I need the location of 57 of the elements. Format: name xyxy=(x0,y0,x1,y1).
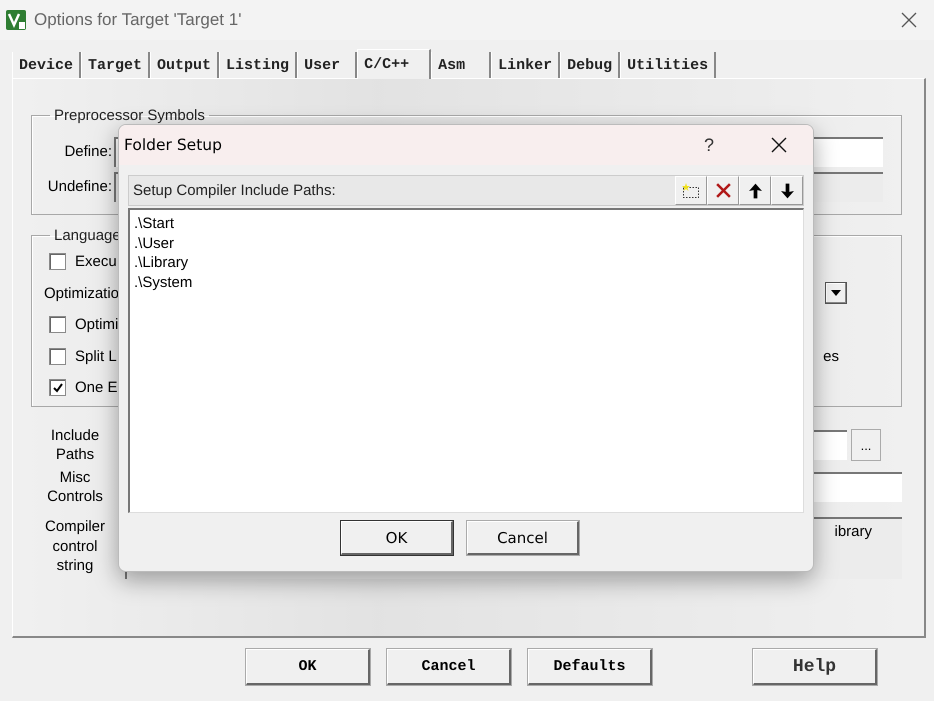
tab[interactable]: Listing xyxy=(219,52,298,78)
dropdown-button[interactable] xyxy=(825,282,847,304)
dialog-title: Folder Setup xyxy=(124,136,222,154)
group-title: Language xyxy=(53,227,122,244)
tab[interactable]: Asm xyxy=(431,52,492,78)
browse-button[interactable]: ... xyxy=(851,429,881,461)
field-value: ibrary xyxy=(834,523,872,542)
field-label: Include Paths xyxy=(50,426,100,464)
down-arrow-icon xyxy=(780,182,794,198)
checkbox[interactable] xyxy=(49,253,66,270)
window-title: Options for Target 'Target 1' xyxy=(34,10,242,30)
dropdown-arrow-icon xyxy=(831,290,841,296)
new-item-icon xyxy=(681,182,701,200)
field-label: Undefine: xyxy=(46,178,113,195)
group-title: Preprocessor Symbols xyxy=(53,107,206,124)
path-item[interactable]: .\User xyxy=(134,234,174,253)
checkbox-label: Split L xyxy=(75,348,117,365)
dialog-button[interactable]: Help xyxy=(753,649,877,685)
path-item[interactable]: .\System xyxy=(134,272,192,292)
path-item[interactable]: .\Library xyxy=(134,253,188,272)
help-button[interactable]: ? xyxy=(704,134,714,156)
list-header-label: Setup Compiler Include Paths: xyxy=(133,182,336,199)
option-label: es xyxy=(823,348,839,365)
tab[interactable]: Device xyxy=(12,52,82,78)
field-label: Compiler control string xyxy=(44,517,106,576)
checkbox[interactable] xyxy=(49,348,66,365)
tab[interactable]: Linker xyxy=(491,52,560,78)
tab[interactable]: Output xyxy=(150,52,220,78)
checkbox-label: One E xyxy=(75,379,118,396)
checkbox[interactable] xyxy=(49,316,66,334)
checkbox[interactable] xyxy=(49,379,66,396)
tab[interactable]: Utilities xyxy=(620,52,716,78)
dialog-button[interactable]: OK xyxy=(341,521,453,555)
close-icon[interactable] xyxy=(771,137,787,153)
tab[interactable]: Debug xyxy=(560,52,620,78)
tab[interactable]: User xyxy=(297,52,358,78)
checkbox-label: Optimi xyxy=(75,316,118,334)
optimization-label: Optimizatio xyxy=(44,284,120,302)
dialog-button[interactable]: OK xyxy=(246,649,370,685)
close-icon[interactable] xyxy=(901,12,917,28)
path-item[interactable]: .\Start xyxy=(134,214,174,234)
delete-button[interactable] xyxy=(707,176,739,205)
tab[interactable]: C/C++ xyxy=(357,49,432,79)
new-button[interactable] xyxy=(675,176,707,205)
field-label: Misc Controls xyxy=(46,468,104,506)
checkbox-label: Execu xyxy=(75,253,117,270)
move-down-button[interactable] xyxy=(771,176,803,205)
dialog-button[interactable]: Defaults xyxy=(528,649,652,685)
checkmark-icon xyxy=(52,382,64,394)
dialog-button[interactable]: Cancel xyxy=(467,521,579,555)
move-up-button[interactable] xyxy=(739,176,771,205)
field-label: Define: xyxy=(63,143,113,160)
tab[interactable]: Target xyxy=(81,52,150,78)
app-logo-icon xyxy=(6,10,26,30)
delete-icon xyxy=(714,182,732,199)
dialog-button[interactable]: Cancel xyxy=(387,649,511,685)
up-arrow-icon xyxy=(748,182,762,198)
